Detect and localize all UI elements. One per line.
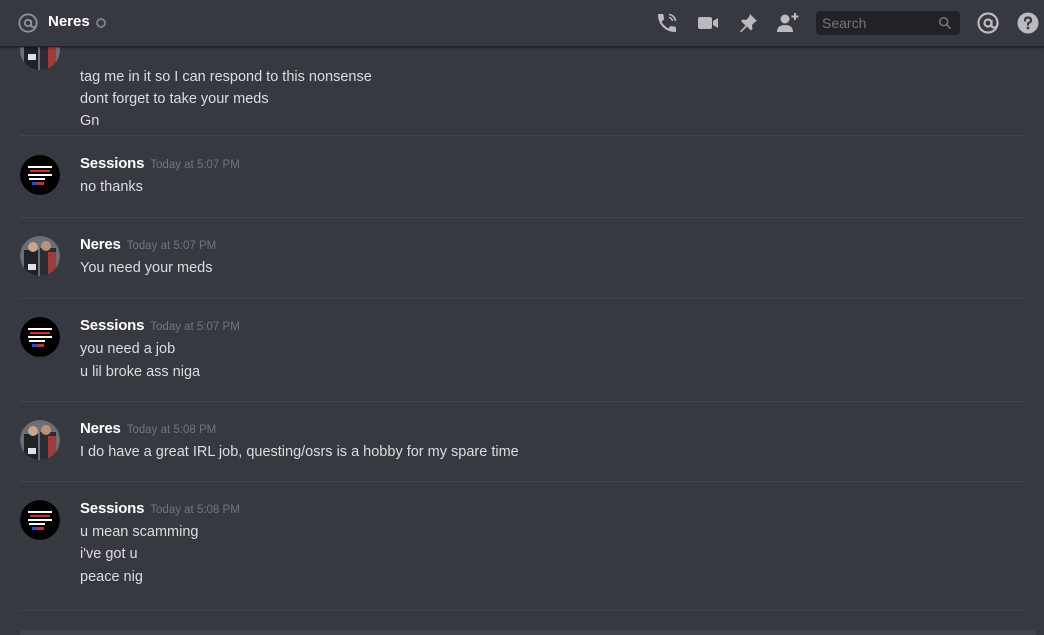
status-indicator <box>96 18 106 28</box>
message-group: tag me in it so I can respond to this no… <box>20 47 1022 136</box>
add-friend-icon[interactable] <box>776 11 800 35</box>
avatar[interactable] <box>20 317 60 357</box>
help-icon[interactable] <box>1016 11 1040 35</box>
message-list[interactable]: tag me in it so I can respond to this no… <box>0 47 1044 635</box>
message-timestamp: Today at 5:07 PM <box>126 240 217 252</box>
message-group: Sessions Today at 5:07 PM no thanks <box>20 155 1022 218</box>
search-input[interactable] <box>816 11 936 35</box>
message-text: tag me in it so I can respond to this no… <box>80 69 372 85</box>
message-timestamp: Today at 5:08 PM <box>150 504 240 516</box>
voice-call-icon[interactable] <box>655 11 679 35</box>
message-timestamp: Today at 5:07 PM <box>150 321 240 333</box>
avatar[interactable] <box>20 155 60 195</box>
at-icon <box>18 13 38 33</box>
mentions-icon[interactable] <box>976 11 1000 35</box>
message-group: Sessions Today at 5:08 PM u mean scamming… <box>20 500 1022 611</box>
message-text: no thanks <box>80 179 143 195</box>
message-author[interactable]: Neres <box>80 236 121 253</box>
message-author[interactable]: Sessions <box>80 155 144 172</box>
search-box[interactable] <box>816 11 960 35</box>
message-text: You need your meds <box>80 260 213 276</box>
message-text: I do have a great IRL job, questing/osrs… <box>80 444 519 460</box>
avatar[interactable] <box>20 236 60 276</box>
message-group: Sessions Today at 5:07 PM you need a job … <box>20 317 1022 402</box>
message-text: u lil broke ass niga <box>80 364 201 380</box>
video-call-icon[interactable] <box>696 11 720 35</box>
channel-header: Neres <box>0 0 1044 47</box>
message-text: i've got u <box>80 546 138 562</box>
pin-icon[interactable] <box>736 11 760 35</box>
message-timestamp: Today at 5:08 PM <box>126 424 217 436</box>
message-text: peace nig <box>80 569 143 585</box>
message-timestamp: Today at 5:07 PM <box>150 159 240 171</box>
message-text: dont forget to take your meds <box>80 91 269 107</box>
message-text: you need a job <box>80 341 176 357</box>
channel-name: Neres <box>48 13 90 30</box>
message-author[interactable]: Sessions <box>80 317 144 334</box>
message-author[interactable]: Neres <box>80 420 121 437</box>
message-text: Gn <box>80 113 100 129</box>
message-text: u mean scamming <box>80 524 199 540</box>
avatar[interactable] <box>20 500 60 540</box>
avatar[interactable] <box>20 47 60 70</box>
search-icon <box>938 16 952 30</box>
message-input-edge[interactable] <box>20 630 1036 635</box>
message-group: Neres Today at 5:08 PM I do have a great … <box>20 420 1022 482</box>
avatar[interactable] <box>20 420 60 460</box>
message-author[interactable]: Sessions <box>80 500 144 517</box>
message-group: Neres Today at 5:07 PM You need your meds <box>20 236 1022 299</box>
